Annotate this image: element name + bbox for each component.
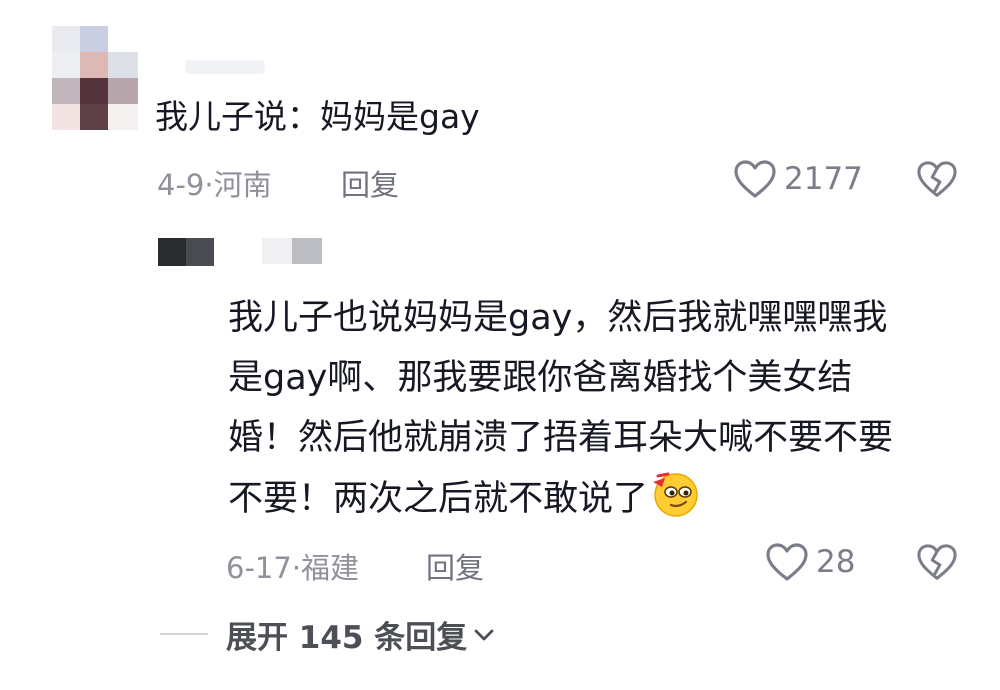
reply-date: 6-17 [226,551,292,585]
reply-button[interactable]: 回复 [341,162,399,204]
reply-avatar[interactable] [158,238,218,266]
heart-outline-icon [766,543,808,581]
dislike-button[interactable] [917,160,957,200]
broken-heart-icon [917,544,957,580]
like-count: 2177 [784,161,863,197]
reply-like-button[interactable] [766,543,808,583]
reply-location: 福建 [301,551,360,585]
heart-outline-icon [734,160,776,198]
comment-meta: 4-9·河南 [157,168,272,202]
avatar[interactable] [52,26,138,130]
reply-dislike-button[interactable] [917,543,957,583]
reply-reply-button[interactable]: 回复 [426,545,484,587]
expand-divider [160,633,208,635]
reply-text: 我儿子也说妈妈是gay，然后我就嘿嘿嘿我 是gay啊、那我要跟你爸离婚找个美女结… [228,288,968,529]
username-blurred[interactable] [185,60,265,74]
comment-date: 4-9 [157,168,205,202]
comment-location: 河南 [213,168,272,202]
chevron-down-icon [474,629,494,640]
broken-heart-icon [917,161,957,197]
reply-like-count: 28 [816,544,856,580]
like-button[interactable] [734,160,776,200]
reply-text-line: 不要！两次之后就不敢说了 [228,468,968,529]
expand-replies-button[interactable]: 展开 145 条回复 [226,612,495,657]
smirk-emoji-icon [653,472,698,517]
reply-text-line: 婚！然后他就崩溃了捂着耳朵大喊不要不要 [228,418,894,458]
reply-text-line: 我儿子也说妈妈是gay，然后我就嘿嘿嘿我 [228,298,888,338]
reply-username-blurred[interactable] [262,238,324,264]
expand-replies-label: 展开 145 条回复 [226,620,468,656]
reply-text-line: 是gay啊、那我要跟你爸离婚找个美女结 [228,358,853,398]
comment-text: 我儿子说：妈妈是gay [155,97,480,136]
reply-meta: 6-17·福建 [226,551,360,585]
